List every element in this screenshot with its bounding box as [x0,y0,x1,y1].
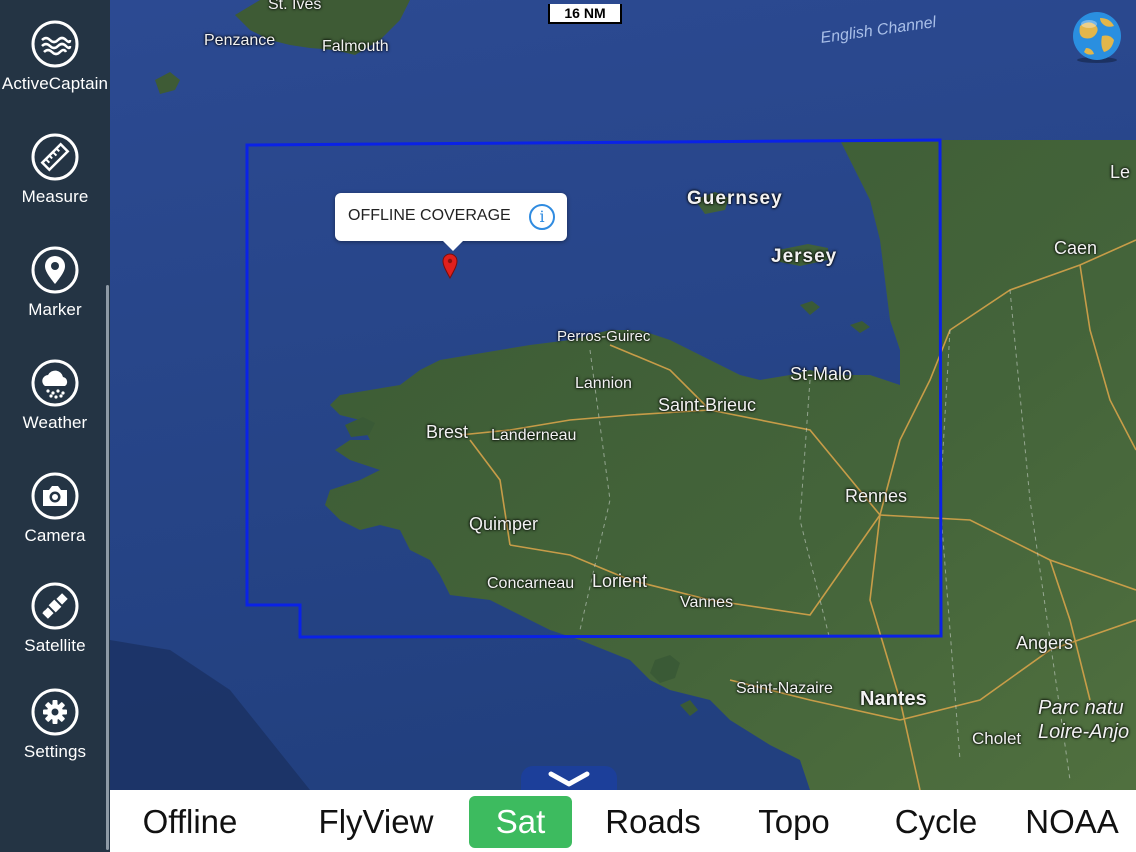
map-label-falmouth: Falmouth [322,38,389,55]
sidebar: ActiveCaptain Measure Marker Weather Cam… [0,0,111,852]
map-label-loire-anjou: Loire-Anjo [1038,721,1130,743]
sidebar-item-label: Marker [28,300,82,319]
map-label-saint-brieuc: Saint-Brieuc [658,395,757,415]
camera-icon [31,472,79,520]
callout-title: OFFLINE COVERAGE [348,207,511,224]
info-icon[interactable]: i [529,204,555,230]
map-label-st-ives: St. Ives [268,0,322,13]
map-pin-marker-icon[interactable] [442,253,458,279]
cloud-rain-icon [31,359,79,407]
map-view[interactable]: St. Ives Penzance Falmouth English Chann… [110,0,1136,790]
layer-offline-button[interactable]: Offline [130,796,250,848]
map-label-le: Le [1110,162,1131,182]
sidebar-scrollbar[interactable] [106,285,109,850]
map-label-jersey: Jersey [771,246,838,267]
map-label-concarneau: Concarneau [487,575,575,592]
sidebar-item-measure[interactable]: Measure [0,133,110,233]
sidebar-item-satellite[interactable]: Satellite [0,582,110,682]
layer-roads-button[interactable]: Roads [597,796,709,848]
sidebar-item-settings[interactable]: Settings [0,688,110,788]
map-label-lorient: Lorient [592,571,648,591]
sidebar-item-label: ActiveCaptain [1,74,109,93]
map-label-vannes: Vannes [680,594,734,611]
sidebar-item-label: Camera [24,526,86,545]
layer-flyview-button[interactable]: FlyView [306,796,446,848]
offline-coverage-callout[interactable]: OFFLINE COVERAGE i [335,193,567,251]
sidebar-item-weather[interactable]: Weather [0,359,110,459]
map-label-parc-naturel: Parc natu [1038,697,1124,719]
map-label-rennes: Rennes [845,486,908,506]
layer-topo-button[interactable]: Topo [746,796,842,848]
map-label-angers: Angers [1016,633,1074,653]
map-label-quimper: Quimper [469,514,539,534]
map-label-perros-guirec: Perros-Guirec [557,328,651,345]
map-label-brest: Brest [426,422,469,442]
map-label-landerneau: Landerneau [491,427,577,444]
ruler-icon [31,133,79,181]
map-label-nantes: Nantes [860,688,927,710]
sidebar-item-activecaptain[interactable]: ActiveCaptain [0,20,110,120]
sidebar-item-label: Satellite [24,636,86,655]
map-label-cholet: Cholet [972,729,1022,748]
satellite-icon [31,582,79,630]
layer-sat-button[interactable]: Sat [469,796,572,848]
sidebar-item-marker[interactable]: Marker [0,246,110,346]
collapse-panel-button[interactable] [521,766,617,790]
layer-noaa-button[interactable]: NOAA [1016,796,1128,848]
scale-bar: 16 NM [548,4,622,24]
map-label-st-malo: St-Malo [790,364,853,384]
activecaptain-wave-icon [31,20,79,68]
map-label-caen: Caen [1054,238,1098,258]
gear-icon [31,688,79,736]
map-label-saint-nazaire: Saint-Nazaire [736,680,833,697]
satellite-map-imagery [110,0,1136,790]
map-label-lannion: Lannion [575,375,632,392]
map-pin-icon [31,246,79,294]
map-label-guernsey: Guernsey [687,188,783,209]
layer-cycle-button[interactable]: Cycle [886,796,986,848]
sidebar-item-label: Settings [23,742,87,761]
map-label-penzance: Penzance [204,32,276,49]
map-layer-bar: Offline FlyView Sat Roads Topo Cycle NOA… [110,790,1136,852]
chevron-down-icon [548,771,590,787]
sidebar-item-label: Measure [21,187,89,206]
globe-icon[interactable] [1070,10,1124,64]
sidebar-item-label: Weather [22,413,88,432]
sidebar-item-camera[interactable]: Camera [0,472,110,572]
